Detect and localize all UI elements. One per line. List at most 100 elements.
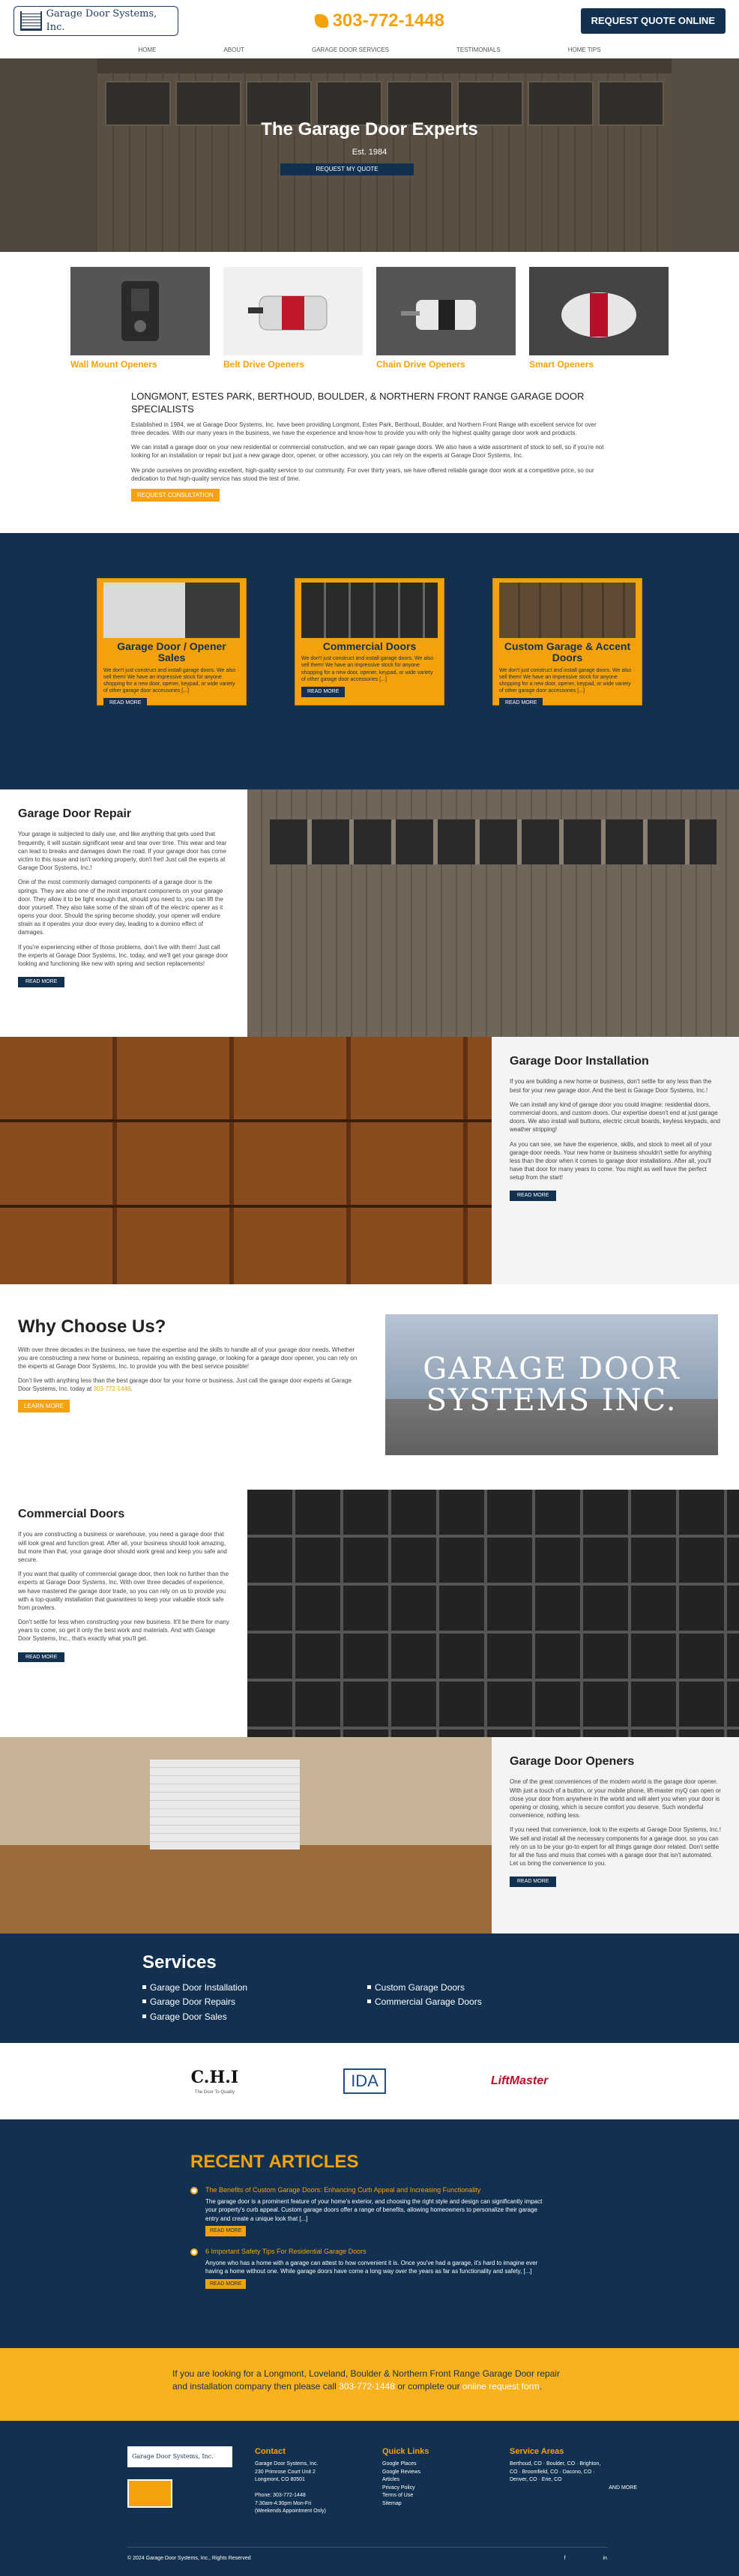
section-title: Garage Door Repair: [18, 807, 132, 820]
read-more-button[interactable]: READ MORE: [301, 686, 346, 697]
liftmaster-logo: LiftMaster: [490, 2074, 549, 2087]
contact-line: Garage Door Systems, Inc.: [255, 2461, 319, 2467]
read-more-button[interactable]: READ MORE: [18, 977, 65, 987]
garage-logo-icon: [20, 11, 42, 31]
bullet-icon: [190, 2186, 198, 2194]
read-more-button[interactable]: READ MORE: [510, 1877, 557, 1888]
commercial-door-image: [247, 1490, 739, 1737]
linkedin-icon[interactable]: in: [603, 2555, 607, 2563]
service-link[interactable]: Custom Garage Doors: [367, 1981, 547, 1994]
nav-services[interactable]: Garage Door Services: [312, 46, 389, 54]
read-more-button[interactable]: READ MORE: [205, 2278, 247, 2290]
installation-door-image: [0, 1037, 492, 1284]
card-commercial-doors: Commercial Doors We don't just construct…: [295, 578, 444, 705]
phone-icon: [314, 14, 328, 28]
and-more-link[interactable]: AND MORE: [510, 2485, 637, 2493]
service-link[interactable]: Garage Door Repairs: [142, 1996, 322, 2008]
footer-link[interactable]: Articles: [382, 2476, 487, 2485]
card-opener-sales: Garage Door / Opener Sales We don't just…: [97, 578, 247, 708]
intro-paragraph: Established in 1984, we at Garage Door S…: [131, 421, 597, 436]
footer-logo[interactable]: Garage Door Systems, Inc.: [127, 2446, 232, 2467]
footer-link[interactable]: Google Places: [382, 2461, 487, 2469]
service-link[interactable]: Garage Door Installation: [142, 1981, 322, 1994]
custom-door-image: [499, 583, 636, 638]
service-link[interactable]: Commercial Garage Doors: [367, 1996, 547, 2008]
repair-section: Garage Door Repair Your garage is subjec…: [0, 789, 739, 1037]
contact-line: Longmont, CO 80501: [255, 2477, 305, 2483]
footer-link[interactable]: Terms of Use: [382, 2492, 487, 2500]
footer-link[interactable]: Sitemap: [382, 2500, 487, 2509]
product-belt-drive[interactable]: Belt Drive Openers: [223, 267, 363, 383]
read-more-button[interactable]: READ MORE: [510, 1191, 557, 1202]
contact-line: 230 Primrose Court Unit 2: [255, 2469, 316, 2475]
chain-drive-opener-image: [376, 267, 516, 355]
sign-text: GARAGE DOOR SYSTEMS INC.: [423, 1352, 681, 1418]
product-smart[interactable]: Smart Openers: [529, 267, 669, 383]
remote-image: [103, 583, 240, 638]
repair-garage-image: [247, 789, 739, 1037]
section-title: Why Choose Us?: [18, 1316, 166, 1337]
bullet-icon: [190, 2248, 198, 2256]
commercial-door-image: [301, 583, 438, 638]
award-badge-icon: [127, 2479, 172, 2508]
product-wall-mount[interactable]: Wall Mount Openers: [70, 267, 210, 383]
nav-home[interactable]: Home: [138, 46, 156, 54]
nav-testimonials[interactable]: Testimonials: [456, 46, 501, 54]
section-title: Commercial Doors: [18, 1508, 125, 1520]
chi-logo: C.H.I The Door To Quality: [190, 2068, 239, 2095]
footer-link[interactable]: Google Reviews: [382, 2469, 487, 2477]
site-logo[interactable]: Garage Door Systems, Inc.: [13, 6, 178, 36]
hero-title: The Garage Door Experts: [261, 119, 478, 139]
facebook-icon[interactable]: f: [564, 2555, 566, 2563]
copyright: © 2024 Garage Door Systems, Inc., Rights…: [127, 2556, 251, 2562]
product-row: Wall Mount Openers Belt Drive Openers Ch…: [0, 252, 739, 383]
section-title: Services: [142, 1952, 217, 1972]
learn-more-button[interactable]: LEARN MORE: [18, 1399, 70, 1412]
company-sign-image: GARAGE DOOR SYSTEMS INC.: [385, 1314, 718, 1455]
request-consultation-button[interactable]: REQUEST CONSULTATION: [131, 488, 220, 502]
product-chain-drive[interactable]: Chain Drive Openers: [376, 267, 516, 383]
intro-heading: LONGMONT, ESTES PARK, BERTHOUD, BOULDER,…: [131, 391, 585, 415]
intro-section: LONGMONT, ESTES PARK, BERTHOUD, BOULDER,…: [0, 383, 739, 533]
section-title: Garage Door Installation: [510, 1055, 649, 1068]
hero-subtitle: Est. 1984: [352, 148, 387, 157]
read-more-button[interactable]: READ MORE: [103, 698, 148, 708]
category-cards: Garage Door / Opener Sales We don't just…: [0, 533, 739, 789]
section-title: Garage Door Openers: [510, 1755, 635, 1768]
openers-section: Garage Door Openers One of the great con…: [0, 1737, 739, 1933]
read-more-button[interactable]: READ MORE: [18, 1652, 65, 1663]
brand-logos: C.H.I The Door To Quality IDA LiftMaster: [0, 2043, 739, 2119]
article-item: 6 Important Safety Tips For Residential …: [190, 2247, 739, 2290]
card-custom-doors: Custom Garage & Accent Doors We don't ju…: [492, 578, 642, 708]
nav-about[interactable]: About: [223, 46, 244, 54]
commercial-section: Commercial Doors If you are constructing…: [0, 1490, 739, 1737]
contact-line: (Weekends Appointment Only): [255, 2509, 326, 2515]
article-item: The Benefits of Custom Garage Doors: Enh…: [190, 2185, 739, 2236]
read-more-button[interactable]: READ MORE: [205, 2225, 247, 2236]
phone-link[interactable]: 303-772-1448: [93, 1385, 130, 1392]
garage-interior-image: [0, 1737, 492, 1933]
service-link[interactable]: Garage Door Sales: [142, 2011, 322, 2023]
article-title[interactable]: The Benefits of Custom Garage Doors: Enh…: [205, 2185, 550, 2195]
intro-paragraph: We can install a garage door on your new…: [131, 444, 604, 460]
belt-drive-opener-image: [223, 267, 363, 355]
contact-phone[interactable]: Phone: 303-772-1448: [255, 2492, 360, 2500]
contact-line: [255, 2485, 360, 2493]
smart-opener-image: [529, 267, 669, 355]
section-title: RECENT ARTICLES: [190, 2152, 359, 2172]
header: Garage Door Systems, Inc. 303-772-1448 R…: [0, 0, 739, 42]
read-more-button[interactable]: READ MORE: [499, 698, 543, 708]
footer-link[interactable]: Privacy Policy: [382, 2485, 487, 2493]
article-title[interactable]: 6 Important Safety Tips For Residential …: [205, 2247, 550, 2257]
cta-phone-link[interactable]: 303-772-1448: [339, 2381, 395, 2392]
wall-mount-opener-image: [70, 267, 210, 355]
cta-request-form-link[interactable]: online request form: [462, 2381, 540, 2392]
main-nav: Home About Garage Door Services Testimon…: [0, 42, 739, 58]
header-phone[interactable]: 303-772-1448: [314, 8, 444, 34]
nav-home-tips[interactable]: Home Tips: [568, 46, 601, 54]
services-section: Services Garage Door Installation Garage…: [0, 1933, 739, 2043]
footer: Garage Door Systems, Inc. Contact Garage…: [0, 2421, 739, 2576]
cta-banner: If you are looking for a Longmont, Lovel…: [0, 2348, 739, 2421]
request-quote-button[interactable]: REQUEST QUOTE ONLINE: [580, 7, 726, 34]
hero-quote-button[interactable]: REQUEST MY QUOTE: [280, 163, 414, 175]
